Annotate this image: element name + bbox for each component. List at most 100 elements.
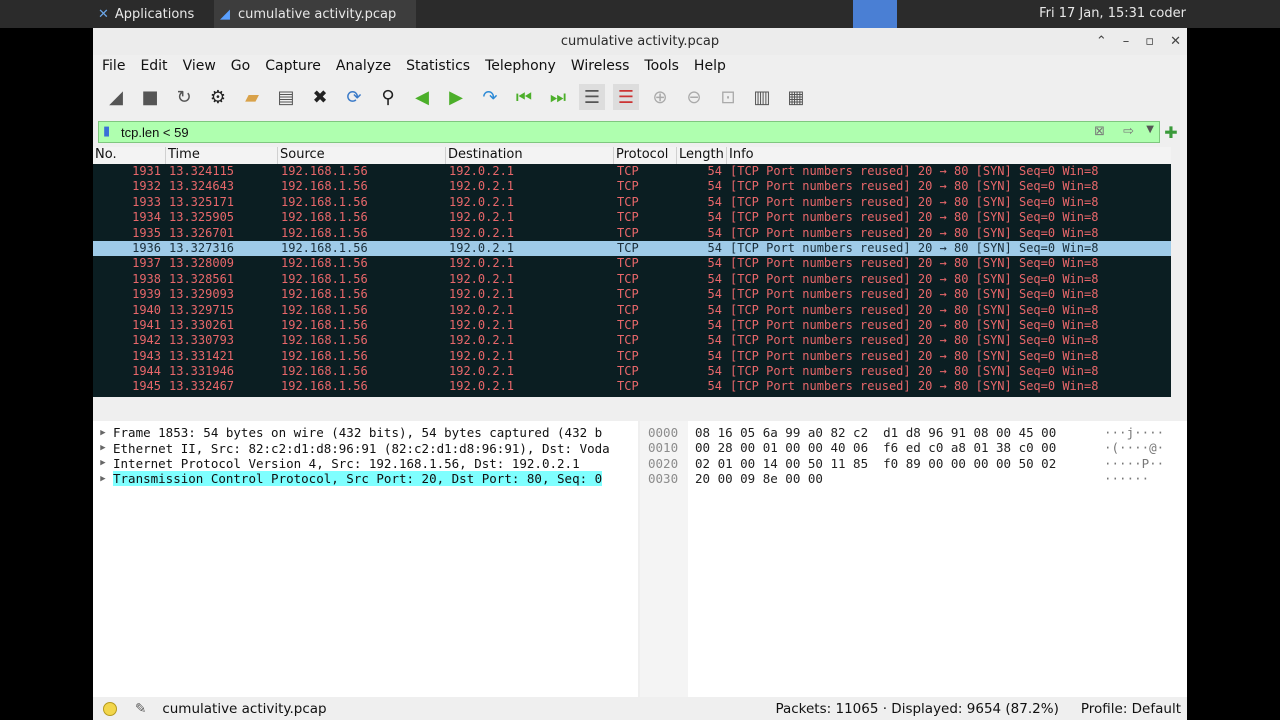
- minimize-icon[interactable]: –: [1123, 28, 1130, 55]
- edit-comment-icon[interactable]: ✎: [135, 701, 146, 717]
- resize-columns-icon[interactable]: ▥: [749, 84, 775, 110]
- packet-cell-time: 13.329093: [169, 287, 235, 302]
- apply-filter-icon[interactable]: ⇨: [1123, 124, 1134, 139]
- packet-row[interactable]: 1943 13.331421 192.168.1.56 192.0.2.1 TCP 54 […: [93, 349, 1171, 364]
- packet-list-horizontal-scrollbar[interactable]: [93, 397, 1187, 409]
- clear-filter-icon[interactable]: ⊠: [1094, 124, 1105, 139]
- packet-cell-proto: TCP: [617, 225, 639, 240]
- capture-options-icon[interactable]: ⚙: [205, 84, 231, 110]
- menu-edit[interactable]: Edit: [140, 58, 167, 74]
- packet-cell-time: 13.330793: [169, 333, 235, 348]
- zoom-in-icon[interactable]: ⊕: [647, 84, 673, 110]
- detail-row-frame[interactable]: ▶ Frame 1853: 54 bytes on wire (432 bits)…: [93, 425, 638, 440]
- packet-cell-proto: TCP: [617, 287, 639, 302]
- back-icon[interactable]: ◀: [409, 84, 435, 110]
- status-profile[interactable]: Profile: Default: [1081, 701, 1181, 717]
- packet-cell-len: 54: [707, 348, 722, 363]
- menu-help[interactable]: Help: [694, 58, 726, 74]
- first-packet-icon[interactable]: ⏮: [511, 84, 537, 110]
- packet-row[interactable]: 1931 13.324115 192.168.1.56 192.0.2.1 TCP 54 […: [93, 164, 1171, 179]
- close-file-icon[interactable]: ✖: [307, 84, 333, 110]
- forward-icon[interactable]: ▶: [443, 84, 469, 110]
- packet-cell-no: 1932: [132, 179, 161, 194]
- menu-capture[interactable]: Capture: [265, 58, 321, 74]
- menu-analyze[interactable]: Analyze: [336, 58, 391, 74]
- menu-statistics[interactable]: Statistics: [406, 58, 470, 74]
- restart-icon[interactable]: ↻: [171, 84, 197, 110]
- display-filter-input[interactable]: [98, 121, 1160, 143]
- expand-arrow-icon[interactable]: ▶: [93, 474, 113, 484]
- open-file-icon[interactable]: ▰: [239, 84, 265, 110]
- packet-cell-proto: TCP: [617, 302, 639, 317]
- column-header-destination[interactable]: Destination: [446, 147, 614, 164]
- menu-go[interactable]: Go: [231, 58, 250, 74]
- menu-view[interactable]: View: [183, 58, 216, 74]
- column-header-source[interactable]: Source: [278, 147, 446, 164]
- bookmark-icon[interactable]: ▮: [103, 124, 110, 139]
- layout-icon[interactable]: ▦: [783, 84, 809, 110]
- packet-row[interactable]: 1937 13.328009 192.168.1.56 192.0.2.1 TCP 54 […: [93, 256, 1171, 271]
- packet-row[interactable]: 1935 13.326701 192.168.1.56 192.0.2.1 TCP 54 […: [93, 226, 1171, 241]
- normal-size-icon[interactable]: ⊡: [715, 84, 741, 110]
- expert-info-icon[interactable]: [103, 701, 117, 716]
- last-packet-icon[interactable]: ⏭: [545, 84, 571, 110]
- menu-wireless[interactable]: Wireless: [571, 58, 630, 74]
- menu-telephony[interactable]: Telephony: [485, 58, 556, 74]
- expand-arrow-icon[interactable]: ▶: [93, 443, 113, 453]
- expand-arrow-icon[interactable]: ▶: [93, 458, 113, 468]
- packet-row[interactable]: 1942 13.330793 192.168.1.56 192.0.2.1 TCP 54 […: [93, 333, 1171, 348]
- packet-cell-len: 54: [707, 256, 722, 271]
- menu-tools[interactable]: Tools: [644, 58, 679, 74]
- applications-menu[interactable]: ✕ Applications: [94, 0, 198, 28]
- packet-row[interactable]: 1934 13.325905 192.168.1.56 192.0.2.1 TCP 54 […: [93, 210, 1171, 225]
- goto-packet-icon[interactable]: ↷: [477, 84, 503, 110]
- shark-fin-start-icon[interactable]: ◢: [103, 84, 129, 110]
- packet-cell-len: 54: [707, 271, 722, 286]
- save-file-icon[interactable]: ▤: [273, 84, 299, 110]
- packet-cell-time: 13.332467: [169, 379, 235, 394]
- packet-bytes-pane: 0000 0010 0020 0030 08 16 05 6a 99 a0 82…: [640, 421, 1187, 697]
- packet-list-vertical-scrollbar[interactable]: [1171, 147, 1187, 409]
- zoom-out-icon[interactable]: ⊖: [681, 84, 707, 110]
- hex-ascii[interactable]: ···j···· ·(····@· ·····P·· ······: [1104, 425, 1164, 487]
- expand-arrow-icon[interactable]: ▶: [93, 428, 113, 438]
- packet-cell-info: [TCP Port numbers reused] 20 → 80 [SYN] …: [730, 240, 1099, 255]
- packet-row[interactable]: 1932 13.324643 192.168.1.56 192.0.2.1 TCP 54 […: [93, 179, 1171, 194]
- packet-cell-proto: TCP: [617, 194, 639, 209]
- packet-row[interactable]: 1939 13.329093 192.168.1.56 192.0.2.1 TCP 54 […: [93, 287, 1171, 302]
- column-header-time[interactable]: Time: [166, 147, 278, 164]
- filter-history-dropdown-icon[interactable]: ▼: [1146, 124, 1154, 135]
- taskbar-window-button[interactable]: ◢ cumulative activity.pcap: [214, 0, 416, 28]
- hex-bytes[interactable]: 08 16 05 6a 99 a0 82 c2 d1 d8 96 91 08 0…: [695, 425, 1056, 487]
- packet-row[interactable]: 1944 13.331946 192.168.1.56 192.0.2.1 TCP 54 […: [93, 364, 1171, 379]
- close-icon[interactable]: ✕: [1170, 28, 1181, 55]
- packet-cell-dst: 192.0.2.1: [449, 164, 515, 178]
- menu-file[interactable]: File: [102, 58, 125, 74]
- add-filter-button-icon[interactable]: ✚: [1160, 123, 1182, 142]
- find-icon[interactable]: ⚲: [375, 84, 401, 110]
- column-header-no[interactable]: No.: [93, 147, 166, 164]
- packet-row[interactable]: 1938 13.328561 192.168.1.56 192.0.2.1 TCP 54 […: [93, 272, 1171, 287]
- packet-row[interactable]: 1933 13.325171 192.168.1.56 192.0.2.1 TCP 54 […: [93, 195, 1171, 210]
- stop-icon[interactable]: ■: [137, 84, 163, 110]
- status-packet-counts: Packets: 11065 · Displayed: 9654 (87.2%): [775, 700, 1059, 717]
- restore-icon[interactable]: ▫: [1145, 28, 1154, 55]
- packet-row[interactable]: 1941 13.330261 192.168.1.56 192.0.2.1 TCP 54 […: [93, 318, 1171, 333]
- packet-cell-dst: 192.0.2.1: [449, 302, 515, 317]
- column-header-info[interactable]: Info: [727, 147, 1187, 164]
- packet-cell-src: 192.168.1.56: [281, 164, 368, 178]
- packet-row[interactable]: 1940 13.329715 192.168.1.56 192.0.2.1 TCP 54 […: [93, 303, 1171, 318]
- detail-row-ipv4[interactable]: ▶ Internet Protocol Version 4, Src: 192.1…: [93, 456, 638, 471]
- column-header-protocol[interactable]: Protocol: [614, 147, 677, 164]
- detail-row-tcp[interactable]: ▶ Transmission Control Protocol, Src Port…: [93, 471, 638, 487]
- detail-row-ethernet[interactable]: ▶ Ethernet II, Src: 82:c2:d1:d8:96:91 (82…: [93, 440, 638, 456]
- packet-row[interactable]: 1936 13.327316 192.168.1.56 192.0.2.1 TCP 54 […: [93, 240, 1171, 257]
- colorize-icon[interactable]: ☰: [613, 84, 639, 110]
- autoscroll-icon[interactable]: ☰: [579, 84, 605, 110]
- reload-icon[interactable]: ⟳: [341, 84, 367, 110]
- packet-row[interactable]: 1945 13.332467 192.168.1.56 192.0.2.1 TCP 54 […: [93, 379, 1171, 394]
- wireshark-launcher-button[interactable]: [853, 0, 897, 28]
- maximize-up-icon[interactable]: ⌃: [1096, 28, 1107, 55]
- column-header-length[interactable]: Length: [677, 147, 727, 164]
- status-file-name: cumulative activity.pcap: [162, 700, 327, 717]
